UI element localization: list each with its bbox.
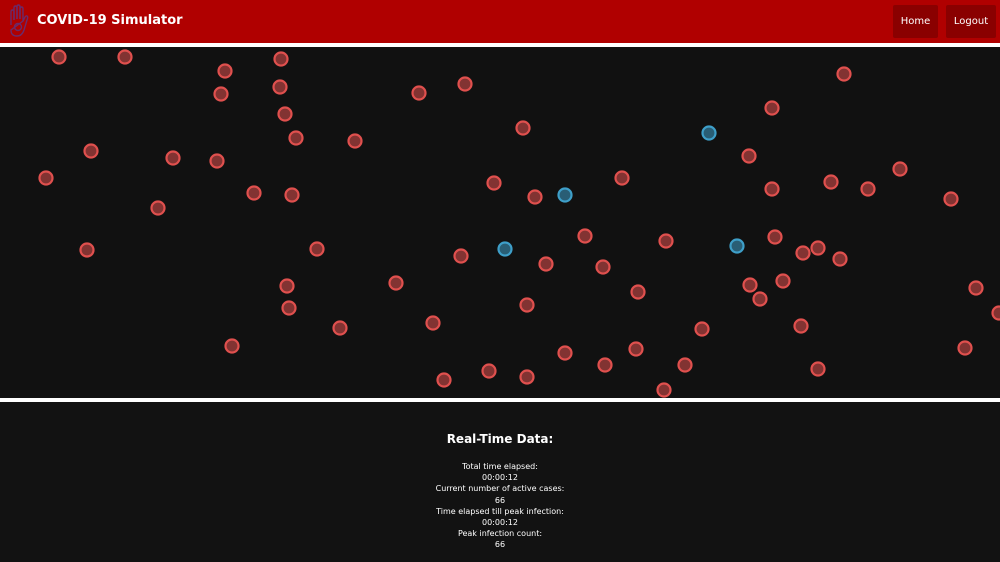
real-time-data-panel: Real-Time Data: Total time elapsed: 00:0… (0, 402, 1000, 562)
infected-particle (595, 259, 611, 275)
infected-particle (823, 174, 839, 190)
infected-particle (272, 79, 288, 95)
infected-particle (810, 240, 826, 256)
peak-time-value: 00:00:12 (482, 518, 518, 528)
infected-particle (597, 357, 613, 373)
infected-particle (38, 170, 54, 186)
infected-particle (51, 49, 67, 65)
infected-particle (694, 321, 710, 337)
infected-particle (246, 185, 262, 201)
infected-particle (150, 200, 166, 216)
infected-particle (481, 363, 497, 379)
infected-particle (795, 245, 811, 261)
simulation-canvas (0, 47, 1000, 398)
infected-particle (538, 256, 554, 272)
infected-particle (614, 170, 630, 186)
infected-particle (836, 66, 852, 82)
infected-particle (425, 315, 441, 331)
infected-particle (277, 106, 293, 122)
infected-particle (453, 248, 469, 264)
infected-particle (117, 49, 133, 65)
infected-particle (577, 228, 593, 244)
infected-particle (892, 161, 908, 177)
panel-title: Real-Time Data: (446, 432, 554, 446)
infected-particle (224, 338, 240, 354)
infected-particle (752, 291, 768, 307)
infected-particle (515, 120, 531, 136)
infected-particle (630, 284, 646, 300)
infected-particle (217, 63, 233, 79)
infected-particle (793, 318, 809, 334)
navbar: COVID-19 Simulator Home Logout (0, 0, 1000, 43)
infected-particle (656, 382, 672, 398)
infected-particle (279, 278, 295, 294)
infected-particle (457, 76, 473, 92)
infected-particle (165, 150, 181, 166)
infected-particle (209, 153, 225, 169)
healthy-particle (557, 187, 573, 203)
logout-button[interactable]: Logout (946, 5, 996, 38)
infected-particle (332, 320, 348, 336)
infected-particle (527, 189, 543, 205)
infected-particle (991, 305, 1000, 321)
total-time-label: Total time elapsed: (462, 462, 538, 471)
app-title: COVID-19 Simulator (37, 13, 183, 28)
infected-particle (943, 191, 959, 207)
infected-particle (309, 241, 325, 257)
peak-count-value: 66 (494, 540, 506, 550)
infected-particle (83, 143, 99, 159)
infected-particle (810, 361, 826, 377)
active-cases-value: 66 (494, 495, 506, 505)
infected-particle (957, 340, 973, 356)
infected-particle (347, 133, 363, 149)
infected-particle (860, 181, 876, 197)
peak-time-label: Time elapsed till peak infection: (436, 506, 564, 516)
infected-particle (628, 341, 644, 357)
infected-particle (557, 345, 573, 361)
infected-particle (775, 273, 791, 289)
active-cases-label: Current number of active cases: (435, 484, 565, 494)
peak-count-label: Peak infection count: (457, 529, 543, 539)
infected-particle (742, 277, 758, 293)
hand-logo-icon (6, 3, 30, 39)
infected-particle (79, 242, 95, 258)
infected-particle (677, 357, 693, 373)
infected-particle (288, 130, 304, 146)
infected-particle (486, 175, 502, 191)
infected-particle (273, 51, 289, 67)
infected-particle (519, 297, 535, 313)
infected-particle (519, 369, 535, 385)
infected-particle (213, 86, 229, 102)
healthy-particle (701, 125, 717, 141)
home-button[interactable]: Home (893, 5, 938, 38)
infected-particle (388, 275, 404, 291)
total-time-value: 00:00:12 (482, 473, 518, 483)
healthy-particle (497, 241, 513, 257)
infected-particle (764, 100, 780, 116)
infected-particle (436, 372, 452, 388)
infected-particle (281, 300, 297, 316)
infected-particle (284, 187, 300, 203)
healthy-particle (729, 238, 745, 254)
infected-particle (741, 148, 757, 164)
infected-particle (658, 233, 674, 249)
infected-particle (968, 280, 984, 296)
infected-particle (764, 181, 780, 197)
infected-particle (411, 85, 427, 101)
infected-particle (832, 251, 848, 267)
stats-list: Total time elapsed: 00:00:12 Current num… (0, 461, 1000, 551)
infected-particle (767, 229, 783, 245)
